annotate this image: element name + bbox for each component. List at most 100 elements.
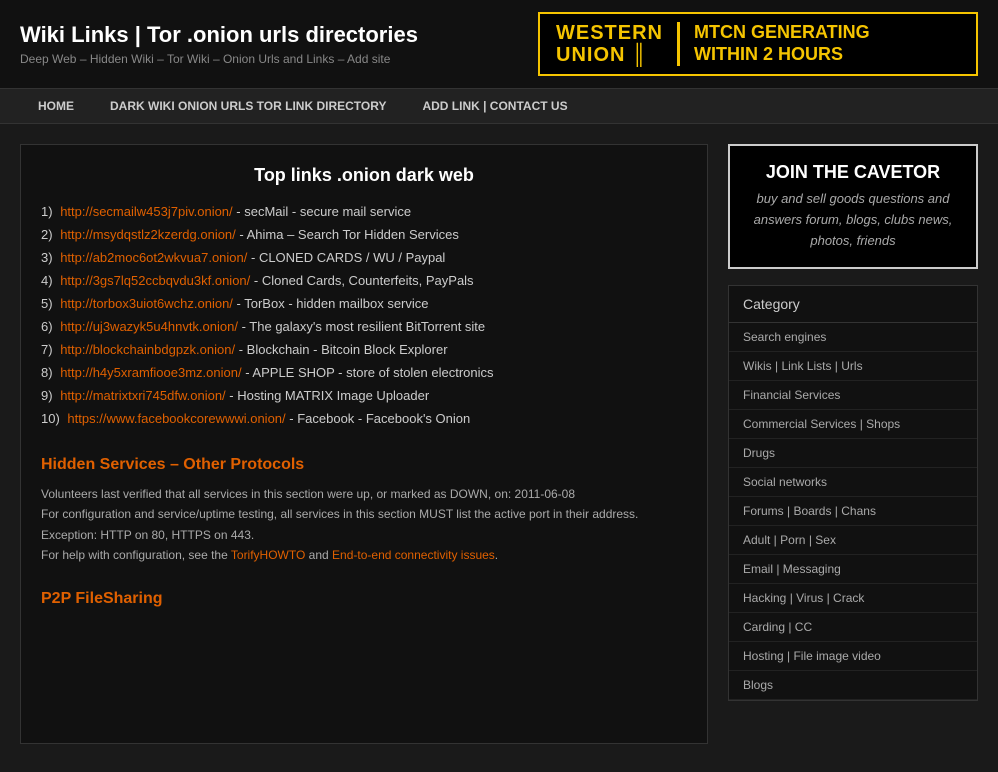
category-list: Search enginesWikis | Link Lists | UrlsF… [729, 323, 977, 700]
link-num: 4) [41, 273, 53, 288]
p2p-section: P2P FileSharing [41, 590, 687, 608]
link-desc: - Hosting MATRIX Image Uploader [229, 388, 429, 403]
hidden-services-para3-mid: and [305, 548, 332, 562]
link-desc: - CLONED CARDS / WU / Paypal [251, 250, 445, 265]
category-link[interactable]: Hacking | Virus | Crack [729, 584, 977, 613]
category-link[interactable]: Financial Services [729, 381, 977, 410]
link-desc: - The galaxy's most resilient BitTorrent… [242, 319, 486, 334]
link-list-item: 3) http://ab2moc6ot2wkvua7.onion/ - CLON… [41, 250, 687, 265]
onion-link[interactable]: http://blockchainbdgpzk.onion/ [60, 342, 235, 357]
sidebar: JOIN THE CAVETOR buy and sell goods ques… [728, 144, 978, 744]
category-item: Social networks [729, 468, 977, 497]
category-item: Wikis | Link Lists | Urls [729, 352, 977, 381]
site-title: Wiki Links | Tor .onion urls directories [20, 22, 418, 48]
category-title: Category [729, 286, 977, 323]
link-list-item: 2) http://msydqstlz2kzerdg.onion/ - Ahim… [41, 227, 687, 242]
link-desc: - Facebook - Facebook's Onion [289, 411, 470, 426]
site-subtitle: Deep Web – Hidden Wiki – Tor Wiki – Onio… [20, 52, 418, 66]
category-link[interactable]: Email | Messaging [729, 555, 977, 584]
category-link[interactable]: Social networks [729, 468, 977, 497]
link-num: 8) [41, 365, 53, 380]
link-desc: - Blockchain - Bitcoin Block Explorer [239, 342, 448, 357]
link-list-item: 6) http://uj3wazyk5u4hnvtk.onion/ - The … [41, 319, 687, 334]
onion-link[interactable]: http://msydqstlz2kzerdg.onion/ [60, 227, 236, 242]
onion-link-list: 1) http://secmailw453j7piv.onion/ - secM… [41, 204, 687, 426]
category-box: Category Search enginesWikis | Link List… [728, 285, 978, 701]
link-num: 2) [41, 227, 53, 242]
link-list-item: 7) http://blockchainbdgpzk.onion/ - Bloc… [41, 342, 687, 357]
cavetor-box: JOIN THE CAVETOR buy and sell goods ques… [728, 144, 978, 269]
link-num: 1) [41, 204, 53, 219]
onion-link[interactable]: http://ab2moc6ot2wkvua7.onion/ [60, 250, 247, 265]
hidden-services-section: Hidden Services – Other Protocols Volunt… [41, 456, 687, 566]
category-item: Forums | Boards | Chans [729, 497, 977, 526]
link-list-item: 5) http://torbox3uiot6wchz.onion/ - TorB… [41, 296, 687, 311]
hidden-services-para3-suffix: . [495, 548, 498, 562]
category-link[interactable]: Hosting | File image video [729, 642, 977, 671]
onion-link[interactable]: http://matrixtxri745dfw.onion/ [60, 388, 225, 403]
category-item: Search engines [729, 323, 977, 352]
link-list-item: 9) http://matrixtxri745dfw.onion/ - Host… [41, 388, 687, 403]
link-list-item: 8) http://h4y5xramfiooe3mz.onion/ - APPL… [41, 365, 687, 380]
link-num: 9) [41, 388, 53, 403]
p2p-title: P2P FileSharing [41, 590, 687, 608]
link-desc: - Ahima – Search Tor Hidden Services [239, 227, 458, 242]
category-item: Email | Messaging [729, 555, 977, 584]
onion-link[interactable]: http://torbox3uiot6wchz.onion/ [60, 296, 233, 311]
category-item: Commercial Services | Shops [729, 410, 977, 439]
category-link[interactable]: Forums | Boards | Chans [729, 497, 977, 526]
category-item: Hacking | Virus | Crack [729, 584, 977, 613]
link-list-item: 1) http://secmailw453j7piv.onion/ - secM… [41, 204, 687, 219]
onion-link[interactable]: http://h4y5xramfiooe3mz.onion/ [60, 365, 241, 380]
main-content: Top links .onion dark web 1) http://secm… [20, 144, 708, 744]
cavetor-title: JOIN THE CAVETOR [746, 162, 960, 183]
category-item: Blogs [729, 671, 977, 700]
link-list-item: 10) https://www.facebookcorewwwi.onion/ … [41, 411, 687, 426]
onion-link[interactable]: http://uj3wazyk5u4hnvtk.onion/ [60, 319, 238, 334]
link-desc: - Cloned Cards, Counterfeits, PayPals [254, 273, 474, 288]
link-desc: - secMail - secure mail service [236, 204, 411, 219]
category-link[interactable]: Adult | Porn | Sex [729, 526, 977, 555]
nav-directory[interactable]: DARK WIKI ONION URLS TOR LINK DIRECTORY [92, 89, 404, 123]
link-desc: - TorBox - hidden mailbox service [237, 296, 429, 311]
category-link[interactable]: Drugs [729, 439, 977, 468]
link-desc: - APPLE SHOP - store of stolen electroni… [245, 365, 493, 380]
link-num: 6) [41, 319, 53, 334]
category-item: Financial Services [729, 381, 977, 410]
cavetor-desc: buy and sell goods questions and answers… [746, 189, 960, 251]
link-num: 5) [41, 296, 53, 311]
header-banner[interactable]: WESTERNUNION ║ MTCN GENERATINGWITHIN 2 H… [538, 12, 978, 76]
link-num: 7) [41, 342, 53, 357]
header: Wiki Links | Tor .onion urls directories… [0, 0, 998, 88]
category-link[interactable]: Blogs [729, 671, 977, 700]
category-item: Hosting | File image video [729, 642, 977, 671]
banner-wu-text: WESTERNUNION ║ [556, 22, 680, 66]
category-link[interactable]: Wikis | Link Lists | Urls [729, 352, 977, 381]
nav-home[interactable]: HOME [20, 89, 92, 123]
onion-link[interactable]: http://secmailw453j7piv.onion/ [60, 204, 232, 219]
category-link[interactable]: Carding | CC [729, 613, 977, 642]
hidden-services-para1: Volunteers last verified that all servic… [41, 484, 687, 504]
link-num: 3) [41, 250, 53, 265]
header-left: Wiki Links | Tor .onion urls directories… [20, 22, 418, 66]
main-layout: Top links .onion dark web 1) http://secm… [0, 124, 998, 764]
navigation: HOME DARK WIKI ONION URLS TOR LINK DIREC… [0, 88, 998, 124]
banner-mtcn-text: MTCN GENERATINGWITHIN 2 HOURS [694, 22, 870, 65]
main-title: Top links .onion dark web [41, 165, 687, 186]
category-item: Carding | CC [729, 613, 977, 642]
category-link[interactable]: Search engines [729, 323, 977, 352]
category-link[interactable]: Commercial Services | Shops [729, 410, 977, 439]
onion-link[interactable]: https://www.facebookcorewwwi.onion/ [67, 411, 285, 426]
torify-howto-link[interactable]: TorifyHOWTO [231, 548, 305, 562]
connectivity-link[interactable]: End-to-end connectivity issues [332, 548, 495, 562]
link-num: 10) [41, 411, 60, 426]
hidden-services-para3-prefix: For help with configuration, see the [41, 548, 231, 562]
category-item: Drugs [729, 439, 977, 468]
nav-add-link[interactable]: ADD LINK | CONTACT US [404, 89, 585, 123]
onion-link[interactable]: http://3gs7lq52ccbqvdu3kf.onion/ [60, 273, 250, 288]
link-list-item: 4) http://3gs7lq52ccbqvdu3kf.onion/ - Cl… [41, 273, 687, 288]
hidden-services-para3: For help with configuration, see the Tor… [41, 545, 687, 565]
category-item: Adult | Porn | Sex [729, 526, 977, 555]
hidden-services-para2: For configuration and service/uptime tes… [41, 504, 687, 545]
hidden-services-title: Hidden Services – Other Protocols [41, 456, 687, 474]
